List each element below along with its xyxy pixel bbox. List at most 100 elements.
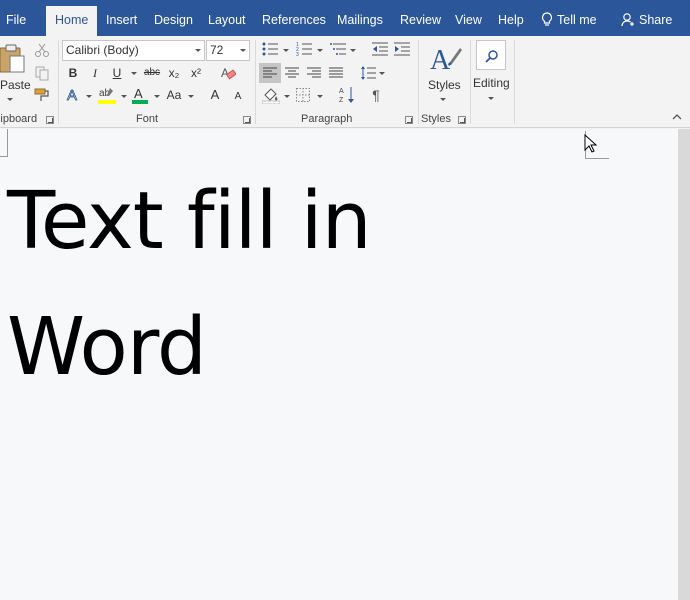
- sort-icon[interactable]: AZ: [339, 86, 355, 104]
- numbering-icon[interactable]: 123: [296, 41, 312, 57]
- tab-layout[interactable]: Layout: [208, 0, 246, 36]
- paste-dropdown-arrow[interactable]: [7, 98, 13, 101]
- separator: [514, 40, 515, 124]
- tab-review[interactable]: Review: [400, 0, 441, 36]
- vertical-scrollbar[interactable]: [678, 129, 690, 600]
- clear-formatting-icon[interactable]: A: [220, 65, 236, 81]
- tab-references[interactable]: References: [262, 0, 326, 36]
- numbering-dropdown-arrow[interactable]: [317, 49, 323, 52]
- align-right-icon[interactable]: [307, 67, 321, 79]
- highlight-icon[interactable]: ab: [98, 86, 116, 104]
- svg-text:A: A: [339, 88, 344, 95]
- clipboard-launcher[interactable]: [46, 116, 54, 124]
- tab-view[interactable]: View: [455, 0, 482, 36]
- tell-me-label: Tell me: [557, 13, 597, 27]
- align-center-icon[interactable]: [285, 67, 299, 79]
- styles-dropdown-arrow[interactable]: [440, 98, 446, 101]
- font-launcher[interactable]: [243, 116, 251, 124]
- tab-insert[interactable]: Insert: [106, 0, 137, 36]
- superscript-button[interactable]: x²: [188, 63, 204, 83]
- underline-button[interactable]: U: [110, 63, 124, 83]
- editing-button[interactable]: [476, 40, 506, 70]
- separator: [255, 40, 256, 124]
- change-case-dropdown-arrow[interactable]: [188, 95, 194, 98]
- lightbulb-icon: [541, 12, 553, 26]
- shading-icon[interactable]: [262, 86, 280, 104]
- document-text-line[interactable]: Word: [7, 301, 207, 393]
- line-spacing-dropdown-arrow[interactable]: [379, 72, 385, 75]
- find-icon: [485, 50, 498, 63]
- person-add-icon: [621, 13, 634, 27]
- margin-marker: [0, 129, 8, 157]
- svg-text:Z: Z: [339, 97, 344, 104]
- ribbon-tab-bar: File Home Insert Design Layout Reference…: [0, 0, 690, 43]
- svg-text:A: A: [134, 86, 143, 101]
- share-label: Share: [639, 13, 673, 27]
- grow-font-button[interactable]: A: [208, 85, 222, 105]
- bullets-dropdown-arrow[interactable]: [283, 49, 289, 52]
- font-size-value: 72: [210, 43, 224, 57]
- shrink-font-button[interactable]: A: [232, 87, 244, 107]
- font-name-value: Calibri (Body): [66, 43, 139, 57]
- editing-label[interactable]: Editing: [473, 76, 510, 90]
- copy-icon[interactable]: [34, 65, 50, 81]
- share-button[interactable]: Share: [621, 0, 672, 36]
- clipboard-group-label: Clipboard: [0, 113, 38, 125]
- line-spacing-icon[interactable]: [360, 65, 376, 81]
- bullets-icon[interactable]: [262, 42, 278, 56]
- svg-text:A: A: [430, 45, 451, 74]
- paste-icon[interactable]: [0, 42, 26, 74]
- highlight-dropdown-arrow[interactable]: [121, 95, 127, 98]
- tab-file[interactable]: File: [6, 0, 26, 36]
- styles-label[interactable]: Styles: [428, 78, 461, 92]
- document-text-line[interactable]: Text fill in: [7, 175, 372, 267]
- mouse-cursor-icon: [584, 134, 598, 153]
- italic-button[interactable]: I: [88, 63, 102, 83]
- document-area[interactable]: Text fill in Word: [0, 129, 678, 600]
- borders-icon[interactable]: [296, 88, 310, 102]
- paragraph-launcher[interactable]: [405, 116, 413, 124]
- font-color-icon[interactable]: A: [132, 86, 148, 104]
- text-effects-icon[interactable]: A: [66, 86, 82, 104]
- tab-help[interactable]: Help: [498, 0, 524, 36]
- change-case-button[interactable]: Aa: [164, 85, 184, 105]
- increase-indent-icon[interactable]: [394, 42, 410, 56]
- styles-icon[interactable]: A: [428, 42, 462, 74]
- strikethrough-button[interactable]: abc: [142, 63, 162, 83]
- svg-text:A: A: [67, 87, 77, 104]
- ribbon: Paste Clipboard Calibri (Body) 72 B I U …: [0, 36, 690, 128]
- separator: [58, 40, 59, 124]
- align-left-button[interactable]: [259, 63, 281, 83]
- align-left-icon: [263, 67, 277, 78]
- multilevel-dropdown-arrow[interactable]: [350, 49, 356, 52]
- separator: [418, 40, 419, 124]
- multilevel-list-icon[interactable]: [330, 41, 346, 57]
- justify-icon[interactable]: [329, 67, 343, 79]
- separator: [470, 40, 471, 124]
- underline-dropdown-arrow[interactable]: [131, 72, 137, 75]
- tell-me-button[interactable]: Tell me: [541, 0, 597, 36]
- tab-mailings[interactable]: Mailings: [337, 0, 383, 36]
- cut-icon[interactable]: [34, 42, 50, 58]
- shading-dropdown-arrow[interactable]: [284, 95, 290, 98]
- font-color-dropdown-arrow[interactable]: [154, 95, 160, 98]
- text-effects-dropdown-arrow[interactable]: [86, 95, 92, 98]
- borders-dropdown-arrow[interactable]: [317, 95, 323, 98]
- bold-button[interactable]: B: [66, 63, 80, 83]
- font-size-combo[interactable]: 72: [206, 40, 250, 61]
- font-name-combo[interactable]: Calibri (Body): [62, 40, 205, 61]
- format-painter-icon[interactable]: [34, 87, 50, 103]
- subscript-button[interactable]: x₂: [166, 63, 182, 83]
- font-group-label: Font: [136, 113, 159, 125]
- styles-group-label: Styles: [421, 113, 451, 125]
- paragraph-group-label: Paragraph: [301, 113, 353, 125]
- styles-launcher[interactable]: [458, 116, 466, 124]
- show-marks-button[interactable]: ¶: [369, 85, 383, 105]
- paste-label[interactable]: Paste: [0, 78, 31, 92]
- svg-text:A: A: [221, 66, 229, 80]
- svg-text:3: 3: [296, 52, 299, 57]
- decrease-indent-icon[interactable]: [372, 42, 388, 56]
- editing-dropdown-arrow[interactable]: [488, 97, 494, 100]
- tab-design[interactable]: Design: [154, 0, 193, 36]
- collapse-ribbon-icon[interactable]: [672, 113, 682, 121]
